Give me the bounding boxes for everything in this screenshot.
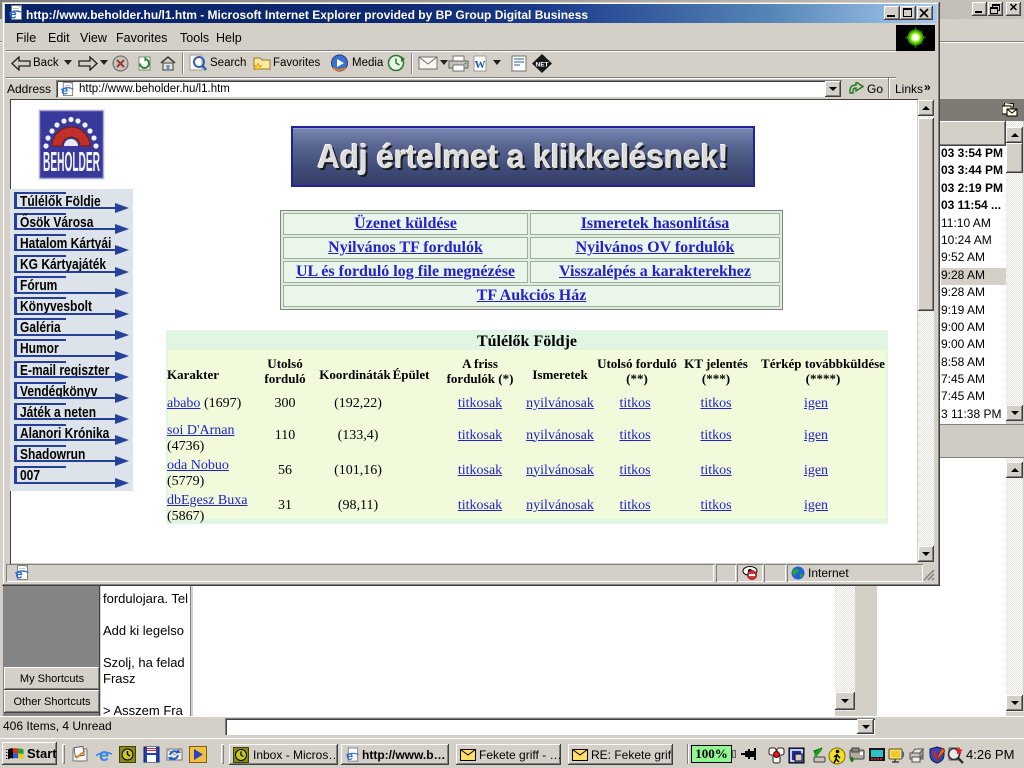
svg-text:NET: NET [536,62,549,69]
svg-text:e: e [99,746,109,764]
svg-text:e: e [346,749,353,763]
svg-text:e: e [16,567,23,582]
svg-text:BEHOLDER: BEHOLDER [43,147,100,178]
svg-text:W: W [475,59,486,71]
svg-text:e: e [61,84,68,97]
svg-text:e: e [10,7,17,22]
